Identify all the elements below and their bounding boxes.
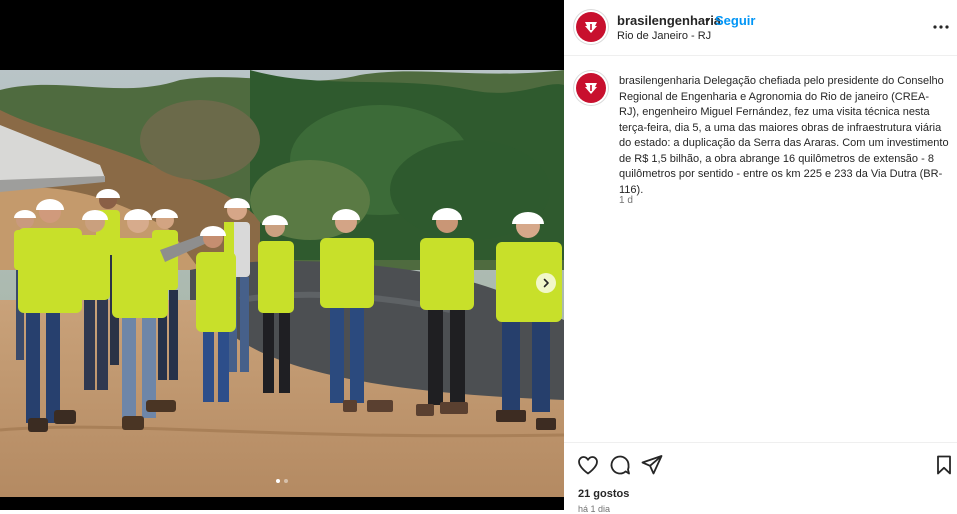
caption-text: Delegação chefiada pelo presidente do Co… bbox=[619, 75, 949, 196]
chevron-right-icon bbox=[543, 278, 549, 288]
post-header: brasilengenharia • Seguir Rio de Janeiro… bbox=[564, 0, 957, 56]
post-actions: 21 gostos há 1 dia bbox=[564, 442, 957, 514]
post-media bbox=[0, 0, 564, 510]
post-timestamp: há 1 dia bbox=[578, 504, 611, 514]
bookmark-icon bbox=[937, 455, 951, 475]
more-options-button[interactable] bbox=[930, 16, 952, 38]
likes-count[interactable]: 21 gostos bbox=[578, 488, 629, 500]
like-button[interactable] bbox=[576, 453, 600, 477]
separator-dot: • bbox=[705, 12, 710, 27]
photo-group-at-construction-site bbox=[0, 70, 564, 497]
post-photo[interactable] bbox=[0, 70, 564, 497]
carousel-dot-1 bbox=[276, 479, 280, 483]
save-button[interactable] bbox=[932, 453, 956, 477]
heart-icon bbox=[578, 456, 598, 475]
share-button[interactable] bbox=[640, 453, 664, 477]
post-caption: brasilengenharia Delegação chefiada pelo… bbox=[619, 74, 949, 198]
carousel-next-button[interactable] bbox=[536, 273, 556, 293]
comment-icon bbox=[610, 455, 630, 475]
comment-button[interactable] bbox=[608, 453, 632, 477]
caption-avatar[interactable] bbox=[576, 73, 606, 103]
brand-logo-icon bbox=[585, 83, 597, 94]
share-icon bbox=[641, 455, 663, 475]
carousel-dot-2 bbox=[284, 479, 288, 483]
carousel-indicator bbox=[0, 479, 564, 483]
post-side-panel: brasilengenharia • Seguir Rio de Janeiro… bbox=[564, 0, 957, 514]
avatar[interactable] bbox=[576, 12, 606, 42]
post-location[interactable]: Rio de Janeiro - RJ bbox=[617, 30, 711, 42]
follow-button[interactable]: Seguir bbox=[715, 13, 755, 28]
caption-username[interactable]: brasilengenharia bbox=[619, 75, 700, 87]
more-icon bbox=[933, 25, 949, 29]
brand-logo-icon bbox=[585, 22, 597, 33]
caption-time: 1 d bbox=[619, 195, 633, 206]
